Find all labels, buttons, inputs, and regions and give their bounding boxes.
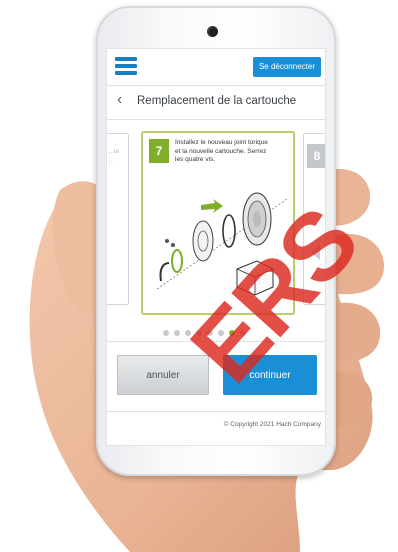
logout-button[interactable]: Se déconnecter (252, 57, 321, 77)
step-number-badge: 7 (149, 139, 169, 163)
pagination-dot[interactable] (240, 330, 246, 336)
step-instruction: Installez le nouveau joint torique et la… (175, 139, 268, 163)
divider (107, 341, 325, 342)
next-step-triangle-icon (310, 244, 320, 260)
front-camera (207, 26, 218, 37)
back-chevron-icon[interactable]: ‹ (117, 91, 122, 109)
hamburger-menu-icon[interactable] (115, 57, 137, 77)
pagination-dot[interactable] (174, 330, 180, 336)
pagination-dot[interactable] (163, 330, 169, 336)
carousel-pagination (163, 323, 251, 336)
pagination-dot[interactable] (207, 330, 213, 336)
phone-screen: Se déconnecter ‹ Remplacement de la cart… (106, 48, 326, 446)
page-title: Remplacement de la cartouche (137, 95, 297, 107)
continue-button[interactable]: continuer (223, 355, 317, 395)
previous-step-text: ...te ... (109, 149, 120, 164)
divider (107, 119, 325, 120)
top-bar: Se déconnecter (107, 49, 325, 85)
photo-scene: Se déconnecter ‹ Remplacement de la cart… (0, 0, 398, 552)
pagination-dot[interactable] (229, 330, 235, 336)
next-step-card[interactable]: 8 (303, 133, 325, 305)
pagination-dot[interactable] (218, 330, 224, 336)
current-step-card: 7 Installez le nouveau joint torique et … (141, 131, 295, 315)
cancel-button[interactable]: annuler (117, 355, 209, 395)
smartphone: Se déconnecter ‹ Remplacement de la cart… (96, 6, 336, 476)
previous-step-card[interactable]: ...te ... (107, 133, 129, 305)
next-step-number-badge: 8 (307, 144, 325, 168)
copyright-text: © Copyright 2021 Hach Company (223, 421, 321, 428)
divider (107, 411, 325, 412)
divider (107, 85, 325, 86)
pagination-dot[interactable] (196, 330, 202, 336)
pagination-dot[interactable] (185, 330, 191, 336)
cartridge-assembly-illustration (156, 192, 288, 296)
